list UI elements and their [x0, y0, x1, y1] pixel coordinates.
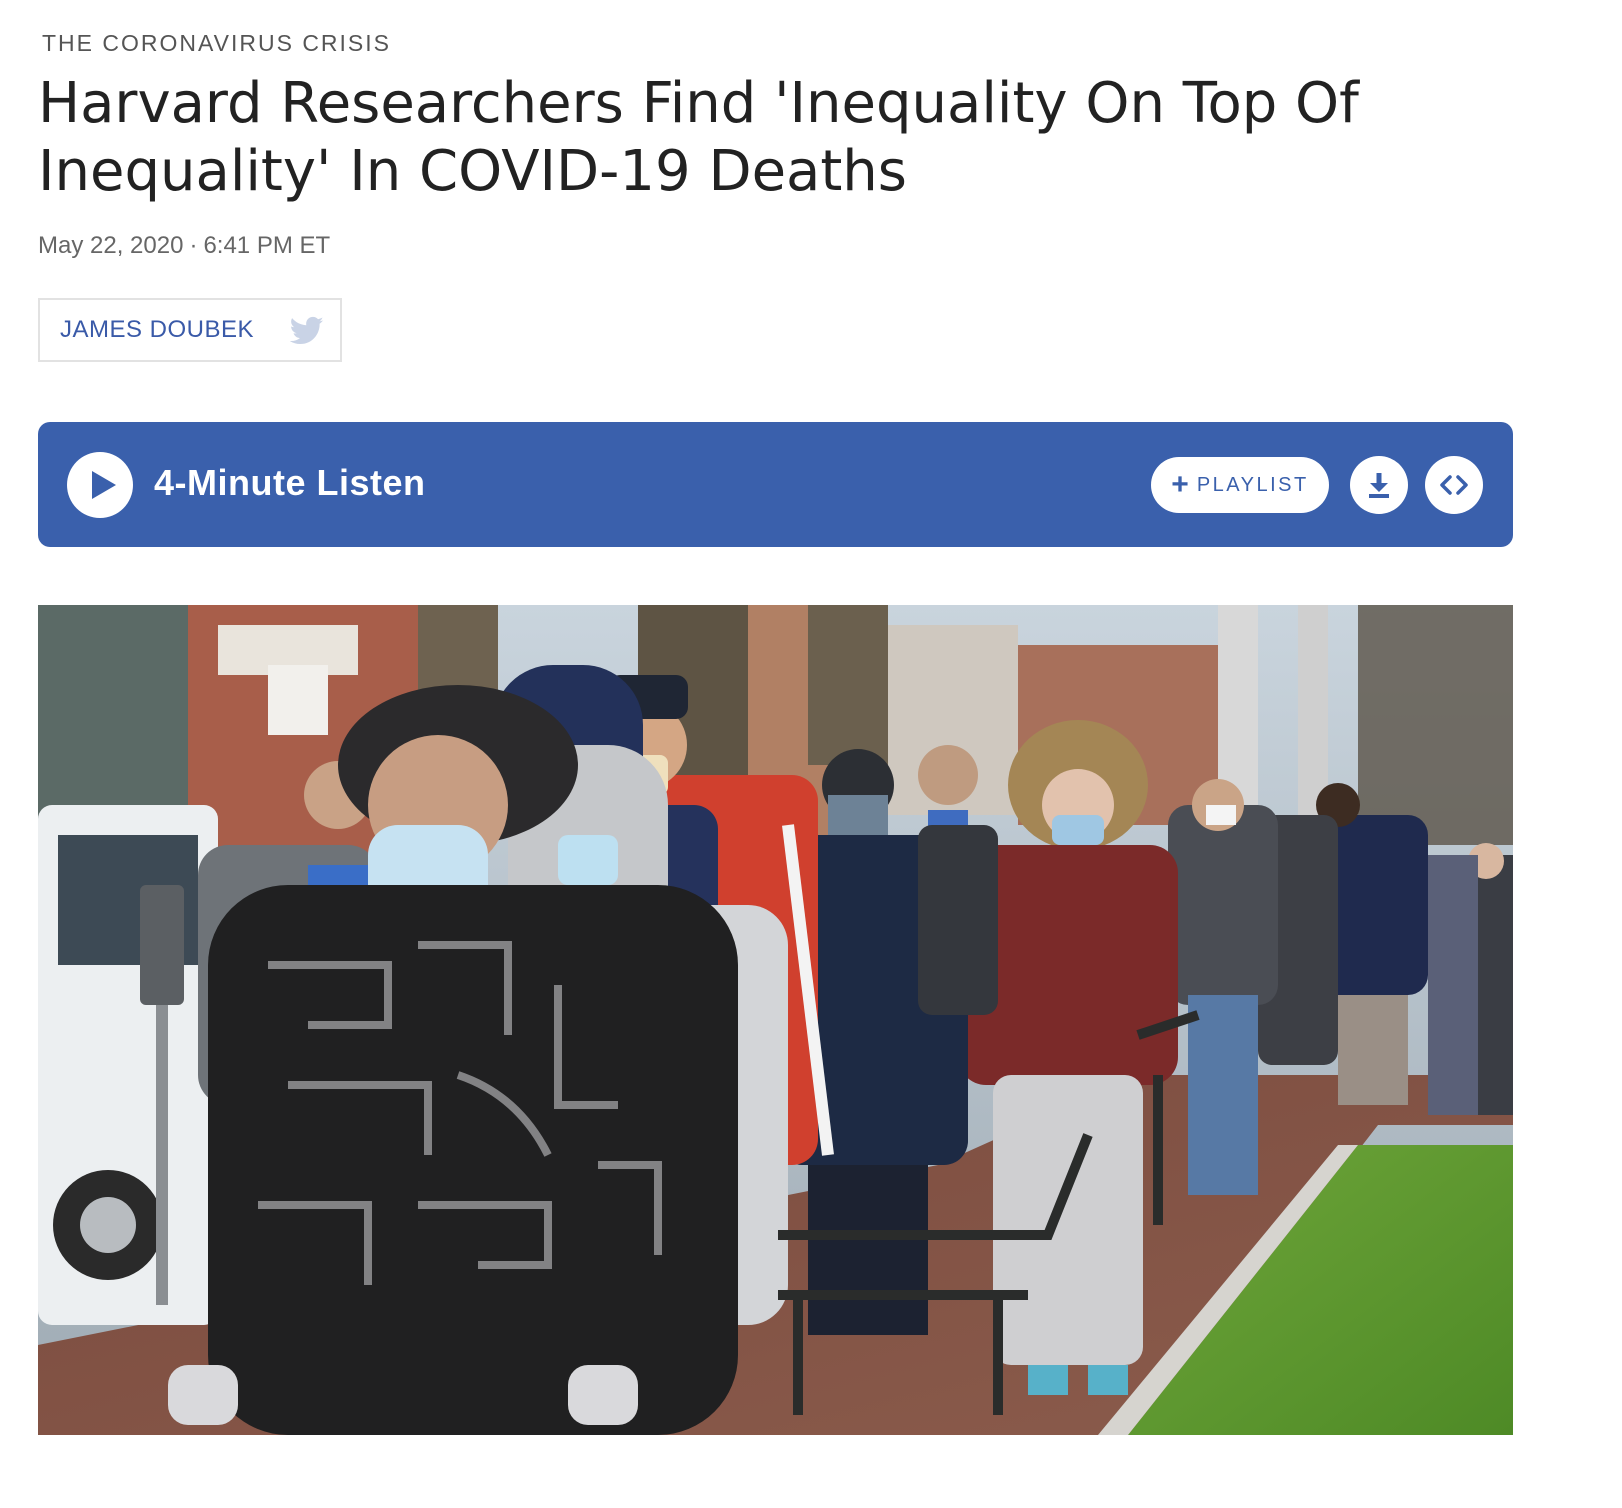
add-to-playlist-button[interactable]: + PLAYLIST: [1151, 457, 1329, 513]
download-button[interactable]: [1350, 456, 1408, 514]
author-name[interactable]: JAMES DOUBEK: [60, 316, 254, 344]
embed-icon: [1440, 475, 1468, 495]
dateline: May 22, 2020 · 6:41 PM ET: [38, 232, 330, 260]
audio-player: 4-Minute Listen + PLAYLIST: [38, 422, 1513, 547]
headline: Harvard Researchers Find 'Inequality On …: [38, 70, 1558, 206]
lead-photo[interactable]: [38, 605, 1513, 1435]
play-icon: [92, 471, 116, 499]
author-byline[interactable]: JAMES DOUBEK: [38, 298, 342, 362]
publish-time: 6:41 PM ET: [203, 232, 331, 259]
section-label[interactable]: THE CORONAVIRUS CRISIS: [42, 30, 391, 57]
playlist-label: PLAYLIST: [1196, 473, 1309, 496]
listen-duration-title: 4-Minute Listen: [154, 462, 426, 503]
play-button[interactable]: [67, 452, 133, 518]
plus-icon: +: [1171, 468, 1189, 501]
lead-photo-illustration: [38, 605, 1513, 1435]
publish-date: May 22, 2020: [38, 232, 184, 259]
date-separator: ·: [189, 232, 198, 259]
headline-line-1: Harvard Researchers Find 'Inequality On …: [38, 71, 1359, 136]
download-icon: [1369, 473, 1389, 498]
twitter-icon[interactable]: [289, 316, 324, 346]
headline-line-2: Inequality' In COVID-19 Deaths: [38, 139, 907, 204]
embed-button[interactable]: [1425, 456, 1483, 514]
